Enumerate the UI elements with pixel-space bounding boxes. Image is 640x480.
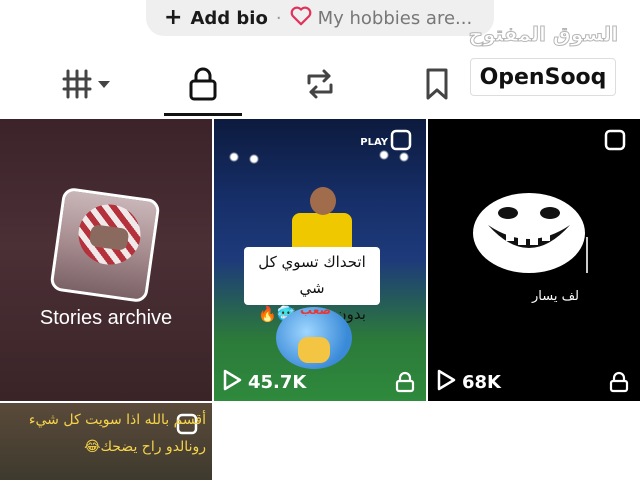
multi-select-icon[interactable] <box>604 129 626 151</box>
emoji-text: صعب <box>300 303 332 317</box>
video-caption: لف يسار <box>532 289 580 304</box>
play-label: PLAY <box>360 137 388 148</box>
lock-icon <box>188 67 218 105</box>
add-icon[interactable]: + <box>164 7 182 29</box>
video-caption: أقسم بالله اذا سويت كل شيء رونالدو راح ي… <box>0 407 206 461</box>
bio-separator: · <box>275 7 282 29</box>
profile-tabs <box>0 56 640 116</box>
heart-icon <box>290 6 312 31</box>
lock-icon <box>608 371 630 393</box>
view-count-value: 45.7K <box>248 372 307 393</box>
video-tile[interactable]: أقسم بالله اذا سويت كل شيء رونالدو راح ي… <box>0 403 212 480</box>
divider-line <box>586 237 588 273</box>
stories-archive-tile[interactable]: Stories archive <box>0 119 212 401</box>
tab-saved[interactable] <box>404 56 470 116</box>
bookmark-icon <box>424 67 450 105</box>
archive-thumbnail <box>49 186 161 304</box>
caption-card: اتحداك تسوي كل شي بدون تنفس🥶🔥 <box>244 247 380 323</box>
bio-bar: + Add bio · My hobbies are... <box>146 0 494 36</box>
tab-private[interactable] <box>164 56 242 116</box>
stadium-lights-image <box>214 147 426 177</box>
grid-bars-icon <box>62 67 114 105</box>
watermark-arabic: السوق المفتوح <box>468 22 618 47</box>
active-tab-indicator <box>164 113 242 116</box>
view-count-value: 68K <box>462 372 501 393</box>
lock-icon <box>394 371 416 393</box>
add-bio-button[interactable]: Add bio <box>190 8 267 29</box>
player-image <box>284 183 360 255</box>
video-tile[interactable]: لف يسار 68K <box>428 119 640 401</box>
troll-face-image <box>470 191 588 275</box>
caption-line-1: أقسم بالله اذا سويت كل شيء <box>28 412 206 428</box>
play-icon <box>436 369 456 396</box>
tab-videos[interactable] <box>40 56 136 116</box>
play-icon <box>222 369 242 396</box>
stories-archive-label: Stories archive <box>39 307 173 329</box>
caption-line-2: رونالدو راح يضحك😂 <box>84 439 206 455</box>
hobbies-prompt[interactable]: My hobbies are... <box>318 8 473 29</box>
video-tile[interactable]: PLAY اتحداك تسوي كل شي بدون تنفس🥶🔥 صعب 4… <box>214 119 426 401</box>
multi-select-icon[interactable] <box>390 129 412 151</box>
view-count: 68K <box>436 369 501 396</box>
repost-icon <box>303 67 337 105</box>
view-count: 45.7K <box>222 369 306 396</box>
caption-line-1: اتحداك تسوي كل شي <box>258 253 366 297</box>
tab-reposts[interactable] <box>284 56 356 116</box>
